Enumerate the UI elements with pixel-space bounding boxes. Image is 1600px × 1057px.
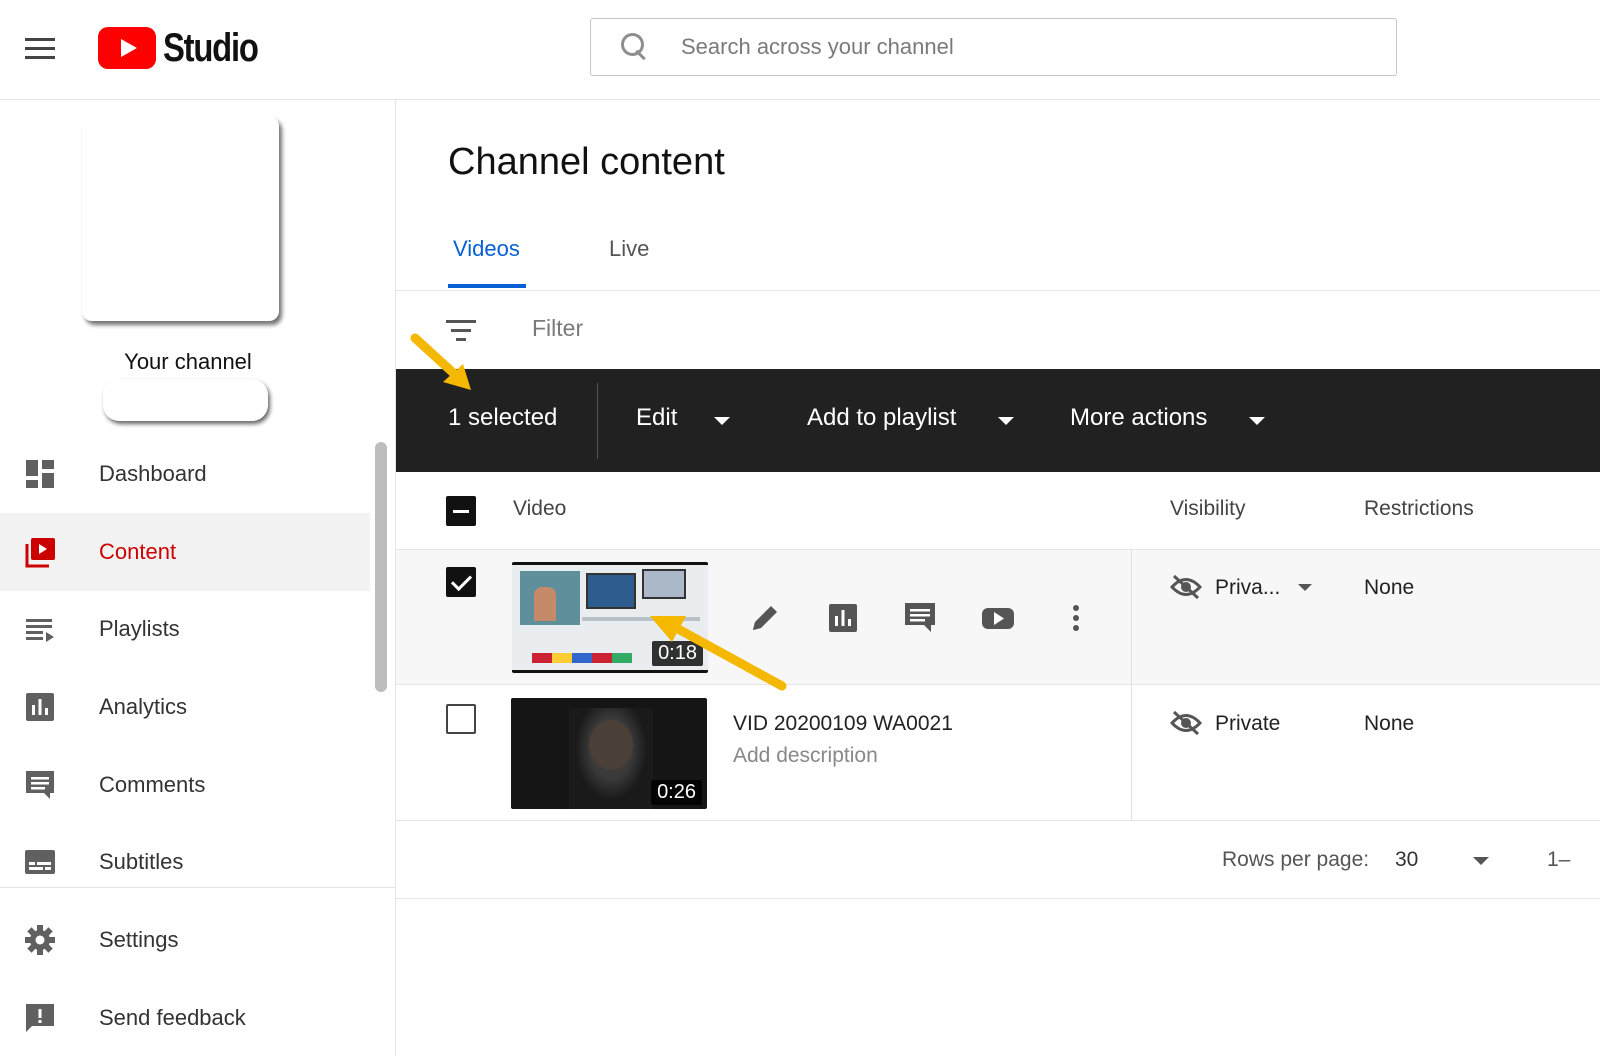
sidebar-item-subtitles[interactable]: Subtitles bbox=[0, 823, 370, 901]
sidebar-item-label: Subtitles bbox=[99, 849, 184, 874]
page-title: Channel content bbox=[448, 141, 725, 183]
add-to-playlist-dropdown[interactable]: Add to playlist bbox=[807, 404, 956, 432]
video-title[interactable]: VID 20200109 WA0021 bbox=[733, 712, 953, 736]
rows-per-page-select[interactable]: 30 bbox=[1395, 848, 1418, 872]
subtitles-icon bbox=[25, 850, 55, 874]
channel-name bbox=[103, 379, 268, 421]
visibility-off-icon bbox=[1170, 710, 1202, 736]
sidebar-divider bbox=[0, 887, 396, 888]
analytics-icon bbox=[26, 693, 54, 721]
pencil-icon[interactable] bbox=[747, 600, 783, 636]
sidebar-item-label: Analytics bbox=[99, 694, 188, 719]
sidebar: Your channel Dashboard Content Playlists… bbox=[0, 100, 396, 1056]
video-duration: 0:26 bbox=[651, 780, 702, 805]
chevron-down-icon[interactable] bbox=[998, 417, 1014, 425]
sidebar-item-content[interactable]: Content bbox=[0, 513, 370, 591]
youtube-play-icon bbox=[98, 27, 156, 69]
search-icon[interactable] bbox=[617, 31, 649, 63]
rows-per-page-label: Rows per page: bbox=[1222, 848, 1370, 871]
search-input[interactable] bbox=[681, 34, 1331, 60]
selected-count: 1 selected bbox=[448, 404, 558, 431]
thumbnail-art bbox=[534, 587, 556, 621]
video-description[interactable]: Add description bbox=[733, 744, 878, 768]
column-divider bbox=[1131, 549, 1132, 821]
action-bar-divider bbox=[597, 383, 598, 459]
chevron-down-icon[interactable] bbox=[1249, 417, 1265, 425]
thumbnail-art bbox=[642, 569, 686, 599]
thumbnail-art bbox=[589, 720, 633, 770]
row-checkbox[interactable] bbox=[446, 567, 476, 597]
restrictions-value: None bbox=[1364, 712, 1415, 735]
sidebar-item-analytics[interactable]: Analytics bbox=[0, 668, 370, 746]
column-header-restrictions[interactable]: Restrictions bbox=[1364, 497, 1474, 521]
youtube-play-icon[interactable] bbox=[980, 600, 1016, 636]
sidebar-item-dashboard[interactable]: Dashboard bbox=[0, 435, 370, 513]
pagination-range: 1– bbox=[1547, 848, 1571, 871]
chevron-down-icon[interactable] bbox=[1298, 584, 1312, 591]
restrictions-value: None bbox=[1364, 576, 1415, 599]
video-duration: 0:18 bbox=[652, 641, 703, 666]
select-all-checkbox[interactable] bbox=[446, 496, 476, 526]
sidebar-item-settings[interactable]: Settings bbox=[0, 901, 370, 979]
content-icon bbox=[25, 538, 55, 568]
chevron-down-icon[interactable] bbox=[714, 417, 730, 425]
column-header-video[interactable]: Video bbox=[513, 497, 566, 521]
active-tab-indicator bbox=[448, 284, 526, 288]
sidebar-item-label: Playlists bbox=[99, 616, 180, 641]
analytics-icon[interactable] bbox=[825, 600, 861, 636]
studio-logo[interactable]: Studio bbox=[98, 24, 278, 72]
playlists-icon bbox=[26, 619, 54, 642]
tab-videos[interactable]: Videos bbox=[453, 236, 520, 262]
video-thumbnail[interactable]: 0:18 bbox=[512, 562, 708, 673]
sidebar-item-label: Send feedback bbox=[99, 1005, 246, 1030]
visibility-off-icon bbox=[1170, 574, 1202, 600]
comments-icon bbox=[26, 771, 54, 799]
sidebar-item-label: Content bbox=[99, 539, 177, 564]
sidebar-item-label: Settings bbox=[99, 927, 179, 952]
search-bar[interactable] bbox=[590, 18, 1397, 76]
tab-live[interactable]: Live bbox=[609, 236, 649, 262]
thumbnail-art bbox=[582, 617, 700, 621]
edit-dropdown[interactable]: Edit bbox=[636, 404, 677, 432]
feedback-icon bbox=[26, 1004, 54, 1032]
top-header: Studio bbox=[0, 0, 1600, 100]
thumbnail-art bbox=[532, 653, 632, 663]
filter-icon[interactable] bbox=[444, 318, 478, 342]
channel-avatar[interactable] bbox=[82, 116, 279, 321]
comments-icon[interactable] bbox=[902, 600, 938, 636]
more-options-icon[interactable] bbox=[1058, 600, 1094, 636]
gear-icon bbox=[25, 925, 55, 955]
dashboard-icon bbox=[26, 460, 54, 488]
sidebar-item-label: Dashboard bbox=[99, 461, 207, 486]
thumbnail-art bbox=[586, 573, 636, 609]
tabs-divider bbox=[396, 290, 1600, 291]
hamburger-menu-icon[interactable] bbox=[22, 34, 58, 62]
sidebar-scrollbar[interactable] bbox=[375, 442, 387, 692]
more-actions-dropdown[interactable]: More actions bbox=[1070, 404, 1207, 432]
column-header-visibility[interactable]: Visibility bbox=[1170, 497, 1245, 521]
logo-text: Studio bbox=[163, 25, 259, 70]
row-checkbox[interactable] bbox=[446, 704, 476, 734]
sidebar-item-label: Comments bbox=[99, 772, 206, 797]
sidebar-item-playlists[interactable]: Playlists bbox=[0, 590, 370, 668]
sidebar-item-send-feedback[interactable]: Send feedback bbox=[0, 979, 370, 1057]
visibility-dropdown[interactable]: Priva... bbox=[1215, 576, 1280, 600]
row-divider bbox=[396, 820, 1600, 821]
filter-input[interactable]: Filter bbox=[532, 315, 583, 342]
video-thumbnail[interactable]: 0:26 bbox=[511, 698, 707, 809]
visibility-value: Private bbox=[1215, 712, 1281, 735]
sidebar-item-comments[interactable]: Comments bbox=[0, 746, 370, 824]
chevron-down-icon[interactable] bbox=[1473, 857, 1489, 865]
footer-divider bbox=[396, 898, 1600, 899]
channel-label: Your channel bbox=[124, 349, 252, 374]
